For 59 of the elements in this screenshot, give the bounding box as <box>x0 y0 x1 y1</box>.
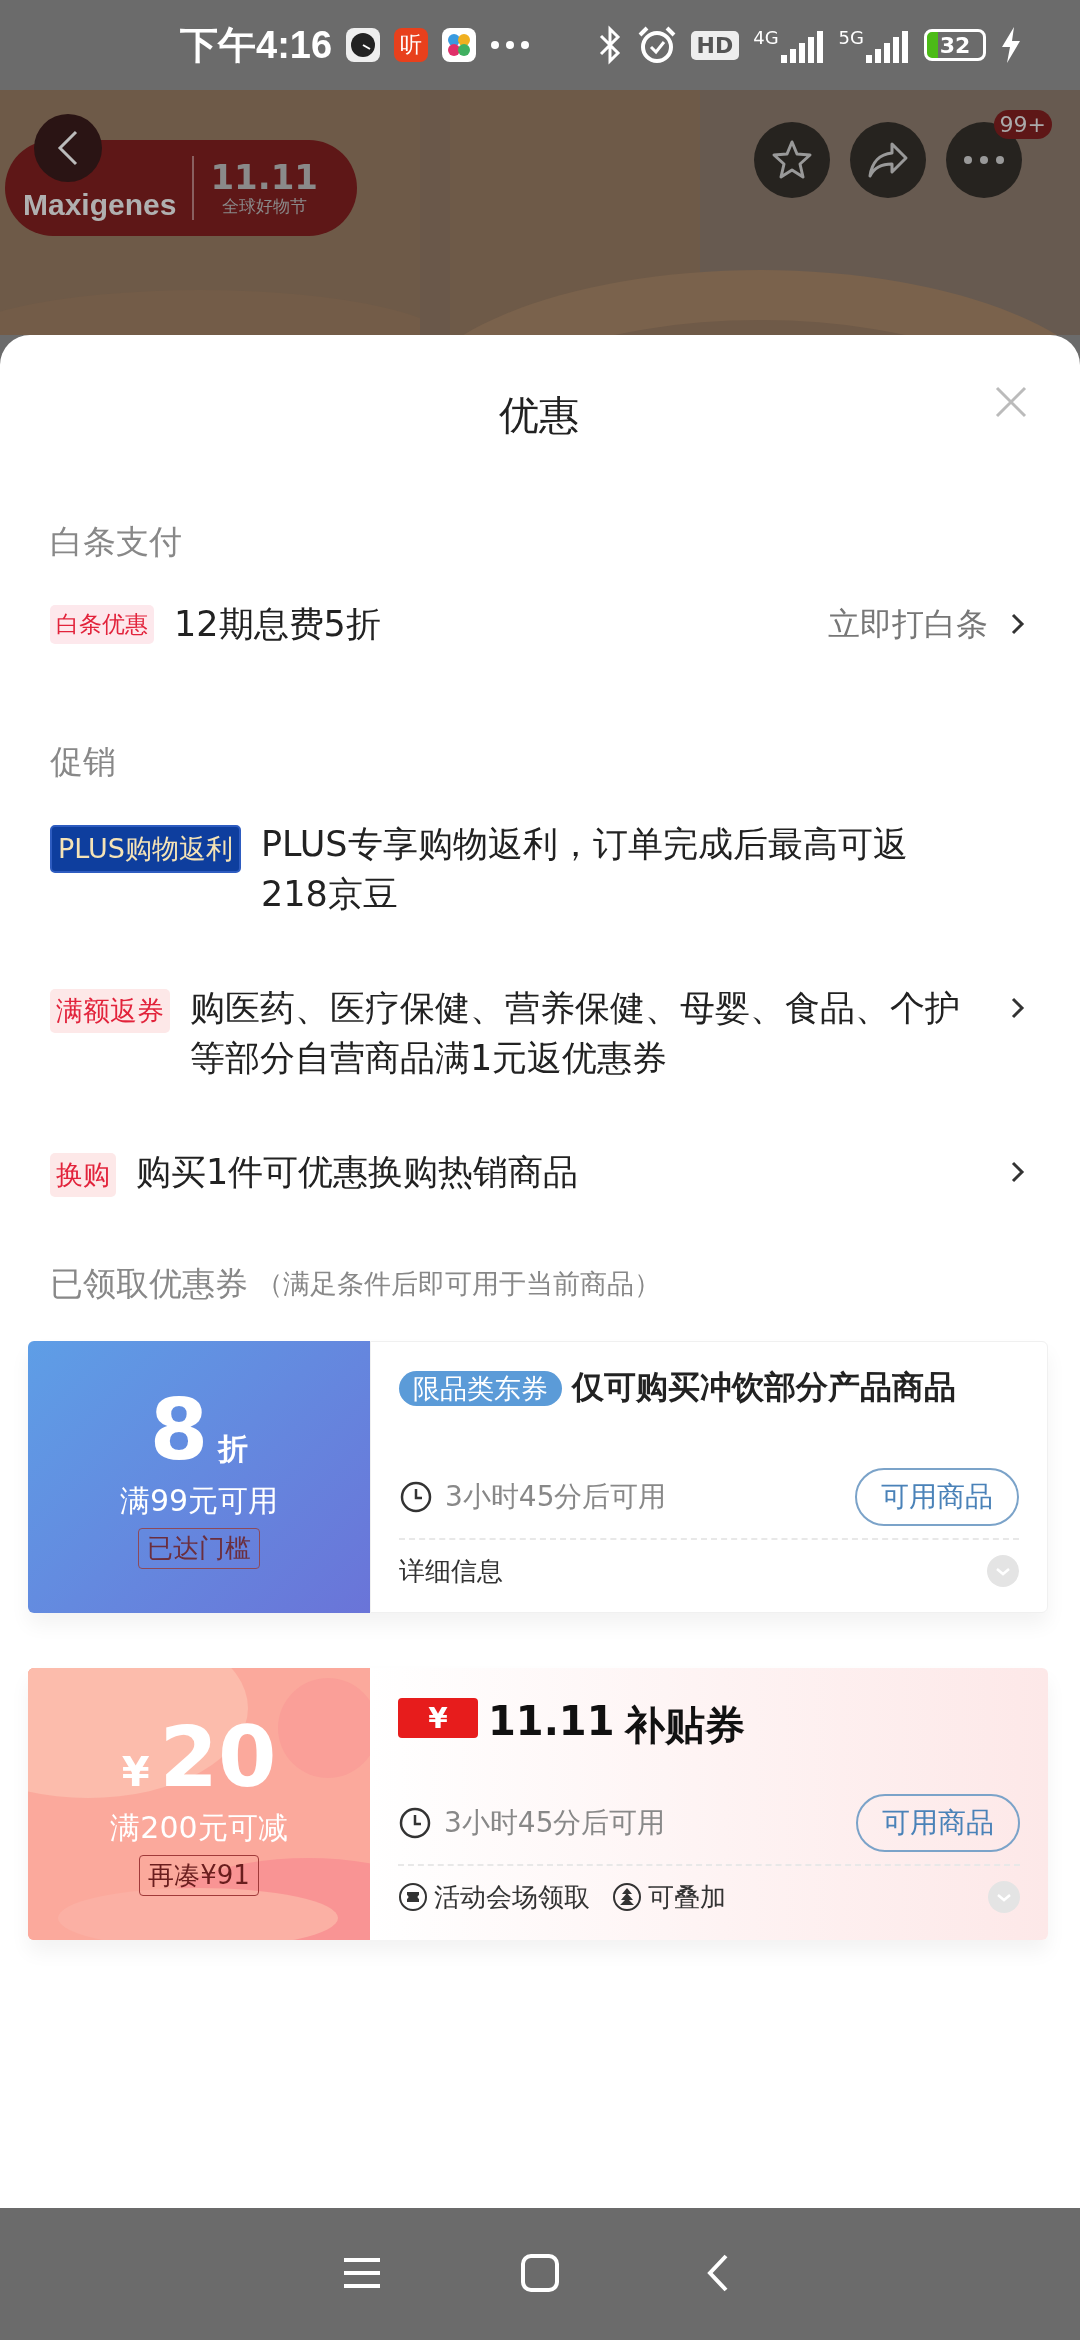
coupon-amount: 20 <box>159 1712 277 1802</box>
promo-tag: PLUS购物返利 <box>50 825 241 873</box>
coupon-title: 仅可购买冲饮部分产品商品 <box>572 1368 956 1406</box>
event-name: 全球好物节 <box>221 194 307 218</box>
coupon-unit: 折 <box>218 1430 249 1468</box>
countdown-text: 3小时45分后可用 <box>444 1805 667 1841</box>
promo-tag: 白条优惠 <box>50 605 154 644</box>
threshold-status: 再凑¥91 <box>139 1855 259 1896</box>
promo-tag: 换购 <box>50 1153 116 1197</box>
back-icon <box>56 128 80 168</box>
coupon-title: 补贴券 <box>624 1701 745 1750</box>
brand-name: Maxigenes <box>23 188 177 222</box>
ticket-icon <box>398 1882 428 1912</box>
network-type: 4G <box>753 27 779 48</box>
section-note: （满足条件后即可用于当前商品） <box>256 1267 661 1301</box>
section-heading: 促销 <box>50 740 117 783</box>
coupon-tag: 限品类东券 <box>399 1371 562 1406</box>
coupon-condition: 满99元可用 <box>119 1482 279 1520</box>
currency-sign: ¥ <box>121 1749 150 1795</box>
close-icon <box>994 385 1028 419</box>
ticket-badge: ¥ <box>398 1698 478 1738</box>
promo-text: 12期息费5折 <box>174 603 382 646</box>
more-dots-icon <box>490 40 531 50</box>
promo-text: 购买1件可优惠换购热销商品 <box>136 1151 580 1194</box>
coupon-detail: 活动会场领取 <box>434 1880 590 1914</box>
clock-icon <box>398 1806 432 1840</box>
eligible-items-button[interactable]: 可用商品 <box>855 1468 1019 1526</box>
coupon-title-mark: 11.11 <box>488 1698 615 1744</box>
hd-voice-icon: HD <box>690 30 740 60</box>
countdown-text: 3小时45分后可用 <box>445 1479 668 1515</box>
alarm-icon <box>636 25 677 65</box>
promo-tag: 满额返券 <box>50 989 170 1033</box>
eligible-items-button[interactable]: 可用商品 <box>856 1794 1020 1852</box>
sheet-title: 优惠 <box>499 390 579 440</box>
threshold-status: 已达门槛 <box>138 1528 260 1569</box>
app-icon: 听 <box>394 28 429 62</box>
network-type: 5G <box>838 27 864 48</box>
back-icon <box>706 2252 730 2293</box>
stack-icon <box>612 1882 642 1912</box>
clock-time: 下午4:16 <box>180 22 333 68</box>
event-mark: 11.11 <box>210 158 318 195</box>
more-icon <box>962 155 1006 165</box>
coupon-detail[interactable]: 详细信息 <box>399 1553 503 1589</box>
share-icon <box>866 140 910 180</box>
battery-icon: 32 <box>924 29 986 61</box>
section-heading: 已领取优惠券 <box>50 1262 248 1305</box>
coupon-detail: 可叠加 <box>648 1880 726 1914</box>
charging-icon <box>1000 27 1022 63</box>
coupon-condition: 满200元可减 <box>110 1809 288 1847</box>
petals-app-icon <box>442 28 477 62</box>
section-heading: 白条支付 <box>50 520 183 563</box>
menu-icon <box>342 2255 382 2290</box>
clock-icon <box>399 1480 433 1514</box>
clock-app-icon <box>346 28 381 62</box>
home-icon <box>520 2252 560 2293</box>
promo-text: PLUS专享购物返利，订单完成后最高可返218京豆 <box>260 823 909 916</box>
action-link[interactable]: 立即打白条 <box>828 599 988 649</box>
promo-text: 购医药、医疗保健、营养保健、母婴、食品、个护等部分自营商品满1元返优惠券 <box>190 987 961 1080</box>
coupon-amount: 8 <box>149 1385 209 1475</box>
